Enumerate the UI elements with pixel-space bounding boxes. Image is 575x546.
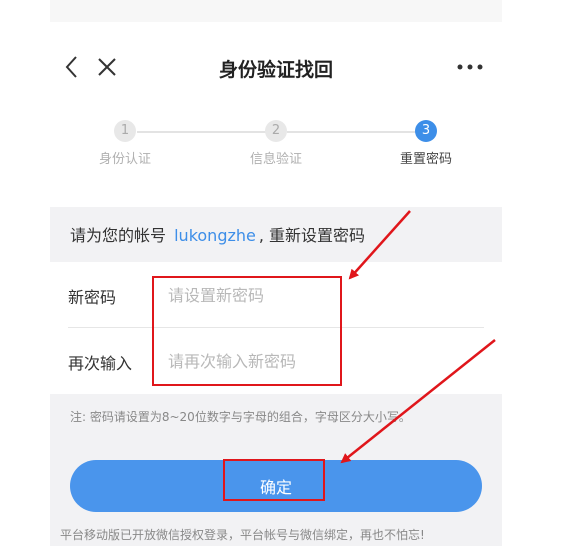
account-username: lukongzhe bbox=[174, 226, 256, 245]
step-identity: 1 身份认证 bbox=[75, 120, 175, 167]
account-prompt: 请为您的帐号 lukongzhe, 重新设置密码 bbox=[70, 222, 365, 246]
step-label: 信息验证 bbox=[249, 152, 302, 167]
confirm-password-input[interactable] bbox=[168, 346, 468, 376]
page-title: 身份验证找回 bbox=[218, 59, 333, 81]
confirm-password-label: 再次输入 bbox=[68, 354, 133, 373]
more-options-button[interactable] bbox=[452, 52, 488, 82]
step-number: 2 bbox=[265, 120, 287, 142]
confirm-password-row: 再次输入 bbox=[50, 328, 502, 394]
more-dots-icon bbox=[457, 64, 483, 70]
new-password-label: 新密码 bbox=[68, 288, 117, 307]
new-password-input[interactable] bbox=[168, 280, 468, 310]
step-number: 3 bbox=[415, 120, 437, 142]
step-label: 身份认证 bbox=[98, 152, 151, 167]
new-password-row: 新密码 bbox=[50, 262, 502, 328]
step-reset: 3 重置密码 bbox=[376, 120, 476, 167]
page-header: 身份验证找回 1 身份认证 2 信息验证 3 重置密码 bbox=[50, 22, 502, 207]
account-prompt-suffix: , 重新设置密码 bbox=[258, 226, 366, 245]
step-label: 重置密码 bbox=[399, 152, 452, 167]
step-number: 1 bbox=[114, 120, 136, 142]
account-prompt-prefix: 请为您的帐号 bbox=[70, 226, 167, 245]
password-rule-note: 注: 密码请设置为8~20位数字与字母的组合，字母区分大小写。 bbox=[70, 410, 411, 424]
progress-steps: 1 身份认证 2 信息验证 3 重置密码 bbox=[50, 120, 502, 180]
confirm-button[interactable]: 确定 bbox=[70, 460, 482, 512]
footer-note: 平台移动版已开放微信授权登录，平台帐号与微信绑定，再也不怕忘! bbox=[60, 528, 425, 542]
status-bar bbox=[50, 0, 502, 22]
password-form: 新密码 再次输入 bbox=[50, 262, 502, 394]
step-info: 2 信息验证 bbox=[226, 120, 326, 167]
